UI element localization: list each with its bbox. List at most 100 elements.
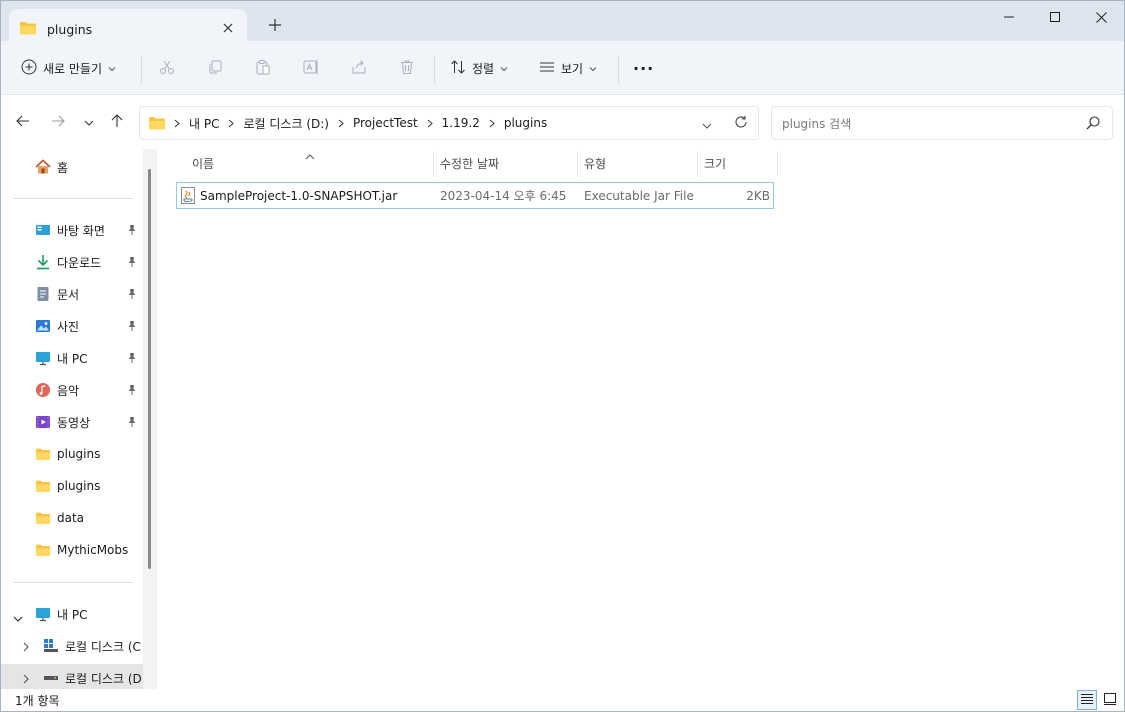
- command-bar: 새로 만들기 정렬 보기 ···: [1, 41, 1124, 95]
- chevron-right-icon: [228, 119, 235, 128]
- sidebar-item-data[interactable]: data: [1, 504, 145, 532]
- details-view-button[interactable]: [1077, 690, 1097, 710]
- jar-file-icon: [180, 187, 196, 207]
- search-icon[interactable]: [1086, 116, 1100, 133]
- sidebar-item-label: data: [57, 511, 85, 525]
- copy-button[interactable]: [207, 53, 223, 83]
- new-tab-button[interactable]: [265, 15, 285, 35]
- breadcrumb-local-disk-d[interactable]: 로컬 디스크 (D:): [243, 115, 328, 132]
- music-icon: [35, 382, 51, 398]
- navigation-pane: 홈 바탕 화면 다운로드 문서 사진 내 PC 음악 동영상 plugins p…: [1, 149, 161, 689]
- download-icon: [35, 254, 51, 270]
- sidebar-item-downloads[interactable]: 다운로드: [1, 248, 145, 276]
- chevron-right-icon: [338, 119, 344, 128]
- search-placeholder: plugins 검색: [782, 116, 852, 131]
- pin-icon: [127, 320, 137, 335]
- delete-button[interactable]: [399, 53, 415, 83]
- close-window-button[interactable]: [1078, 1, 1124, 33]
- sidebar-item-desktop[interactable]: 바탕 화면: [1, 216, 145, 244]
- forward-button[interactable]: [46, 110, 70, 134]
- more-options-button[interactable]: ···: [633, 53, 654, 83]
- sidebar-item-pictures[interactable]: 사진: [1, 312, 145, 340]
- large-icons-view-button[interactable]: [1100, 690, 1120, 710]
- sidebar-scrollbar[interactable]: [143, 149, 157, 689]
- sidebar-item-this-pc[interactable]: 내 PC: [1, 344, 145, 372]
- column-header-label: 이름: [192, 156, 215, 171]
- refresh-button[interactable]: [734, 115, 748, 132]
- file-row[interactable]: SampleProject-1.0-SNAPSHOT.jar 2023-04-1…: [176, 182, 774, 209]
- breadcrumb-projecttest[interactable]: ProjectTest: [353, 116, 418, 130]
- up-button[interactable]: [105, 110, 129, 134]
- view-button[interactable]: 보기: [539, 53, 597, 83]
- sidebar-item-documents[interactable]: 문서: [1, 280, 145, 308]
- folder-icon: [148, 115, 166, 131]
- back-button[interactable]: [11, 110, 35, 134]
- sidebar-item-videos[interactable]: 동영상: [1, 408, 145, 436]
- tiles-view-icon: [1104, 692, 1116, 708]
- sidebar-item-home[interactable]: 홈: [1, 153, 145, 181]
- folder-icon: [35, 510, 51, 526]
- folder-icon: [35, 446, 51, 462]
- minimize-button[interactable]: [986, 1, 1032, 33]
- pin-icon: [127, 256, 137, 271]
- column-header-label: 유형: [584, 156, 607, 171]
- sidebar-item-drive-c[interactable]: 로컬 디스크 (C: [1, 632, 145, 660]
- pin-icon: [127, 384, 137, 399]
- sidebar-item-label: 동영상: [57, 415, 91, 430]
- search-field[interactable]: plugins 검색: [771, 106, 1113, 140]
- breadcrumb-plugins[interactable]: plugins: [504, 116, 547, 130]
- close-tab-icon[interactable]: [219, 19, 237, 37]
- sidebar-item-mythicmobs[interactable]: MythicMobs: [1, 536, 145, 564]
- chevron-right-icon[interactable]: [23, 641, 29, 655]
- item-count: 1개 항목: [15, 694, 60, 708]
- column-divider[interactable]: [697, 151, 698, 177]
- maximize-button[interactable]: [1032, 1, 1078, 33]
- breadcrumb-this-pc[interactable]: 내 PC: [189, 115, 219, 132]
- sort-button[interactable]: 정렬: [450, 53, 508, 83]
- column-header-label: 크기: [704, 156, 727, 171]
- column-header-date[interactable]: 수정한 날짜: [440, 149, 576, 177]
- share-icon: [351, 59, 367, 78]
- document-icon: [35, 286, 51, 302]
- column-header-type[interactable]: 유형: [584, 149, 696, 177]
- chevron-down-icon: [84, 115, 94, 129]
- plus-circle-icon: [21, 59, 37, 78]
- arrow-right-icon: [51, 115, 65, 130]
- sidebar-item-plugins[interactable]: plugins: [1, 472, 145, 500]
- sidebar-item-label: plugins: [57, 447, 101, 461]
- paste-button[interactable]: [255, 53, 271, 83]
- sidebar-item-drive-d[interactable]: 로컬 디스크 (D: [1, 664, 143, 689]
- column-divider[interactable]: [777, 151, 778, 177]
- sidebar-item-music[interactable]: 음악: [1, 376, 145, 404]
- copy-icon: [207, 59, 223, 78]
- column-divider[interactable]: [433, 151, 434, 177]
- breadcrumb-version[interactable]: 1.19.2: [442, 116, 480, 130]
- cut-button[interactable]: [159, 53, 175, 83]
- new-button[interactable]: 새로 만들기: [21, 53, 116, 83]
- column-header-size[interactable]: 크기: [704, 149, 776, 177]
- rename-icon: [303, 59, 319, 78]
- share-button[interactable]: [351, 53, 367, 83]
- chevron-right-icon[interactable]: [23, 673, 29, 687]
- pin-icon: [127, 288, 137, 303]
- pc-icon: [35, 606, 51, 622]
- windows-drive-icon: [43, 638, 59, 657]
- chevron-down-icon: [589, 61, 597, 75]
- sidebar-scroll-thumb[interactable]: [148, 169, 151, 569]
- folder-icon: [19, 20, 37, 39]
- view-list-icon: [539, 59, 555, 78]
- sidebar-item-this-pc-tree[interactable]: 내 PC: [1, 600, 145, 628]
- sidebar-item-label: 음악: [57, 383, 80, 398]
- address-bar[interactable]: 내 PC 로컬 디스크 (D:) ProjectTest 1.19.2 plug…: [139, 106, 759, 140]
- chevron-down-icon[interactable]: [13, 611, 23, 625]
- recent-locations-button[interactable]: [77, 110, 101, 134]
- column-header-name[interactable]: 이름: [192, 149, 432, 177]
- sidebar-divider: [13, 582, 133, 583]
- sidebar-item-plugins[interactable]: plugins: [1, 440, 145, 468]
- sidebar-item-label: 다운로드: [57, 255, 102, 270]
- folder-icon: [35, 478, 51, 494]
- home-icon: [35, 159, 51, 175]
- address-history-button[interactable]: [702, 118, 712, 132]
- column-divider[interactable]: [577, 151, 578, 177]
- rename-button[interactable]: [303, 53, 319, 83]
